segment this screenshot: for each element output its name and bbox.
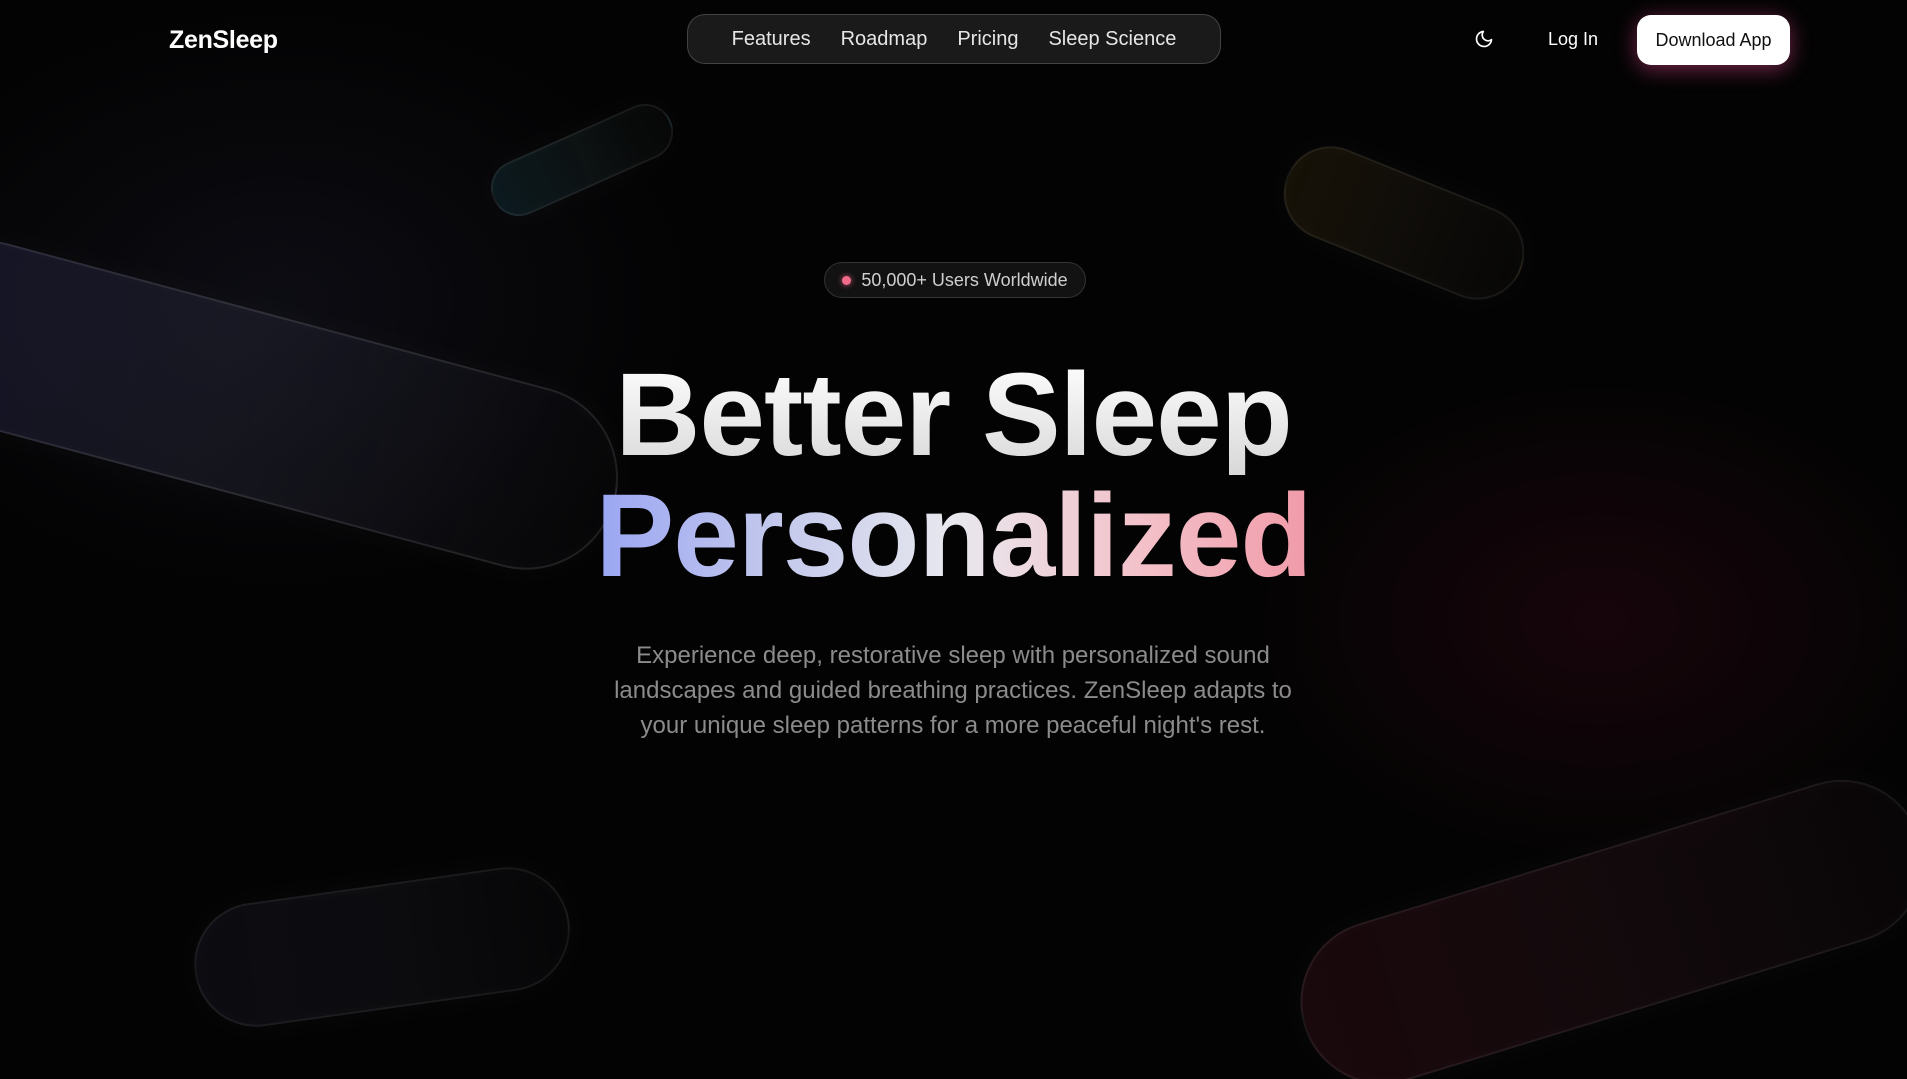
nav-link-pricing[interactable]: Pricing — [957, 28, 1018, 51]
headline-line-2: Personalized — [595, 470, 1313, 602]
download-app-button[interactable]: Download App — [1637, 15, 1790, 65]
decorative-pill-shape — [186, 859, 578, 1035]
nav-link-roadmap[interactable]: Roadmap — [841, 28, 928, 51]
logo[interactable]: ZenSleep — [169, 26, 278, 55]
login-button[interactable]: Log In — [1548, 29, 1598, 50]
hero-subtitle: Experience deep, restorative sleep with … — [614, 642, 1292, 739]
headline-line-2-wrapper: Personalized — [0, 476, 1907, 596]
moon-icon — [1475, 30, 1493, 48]
decorative-pill-shape — [1280, 759, 1907, 1079]
status-dot-icon — [842, 275, 852, 285]
nav-link-sleep-science[interactable]: Sleep Science — [1048, 28, 1176, 51]
users-badge-text: 50,000+ Users Worldwide — [861, 269, 1068, 290]
main-nav: Features Roadmap Pricing Sleep Science — [687, 14, 1221, 64]
nav-link-features[interactable]: Features — [732, 28, 811, 51]
theme-toggle-button[interactable] — [1470, 25, 1498, 53]
site-header: ZenSleep Features Roadmap Pricing Sleep … — [0, 0, 1907, 80]
decorative-pill-shape — [1269, 132, 1539, 314]
decorative-pill-shape — [481, 94, 683, 226]
users-badge: 50,000+ Users Worldwide — [824, 262, 1086, 298]
landing-page: ZenSleep Features Roadmap Pricing Sleep … — [0, 0, 1907, 1079]
headline-line-1: Better Sleep — [0, 355, 1907, 475]
